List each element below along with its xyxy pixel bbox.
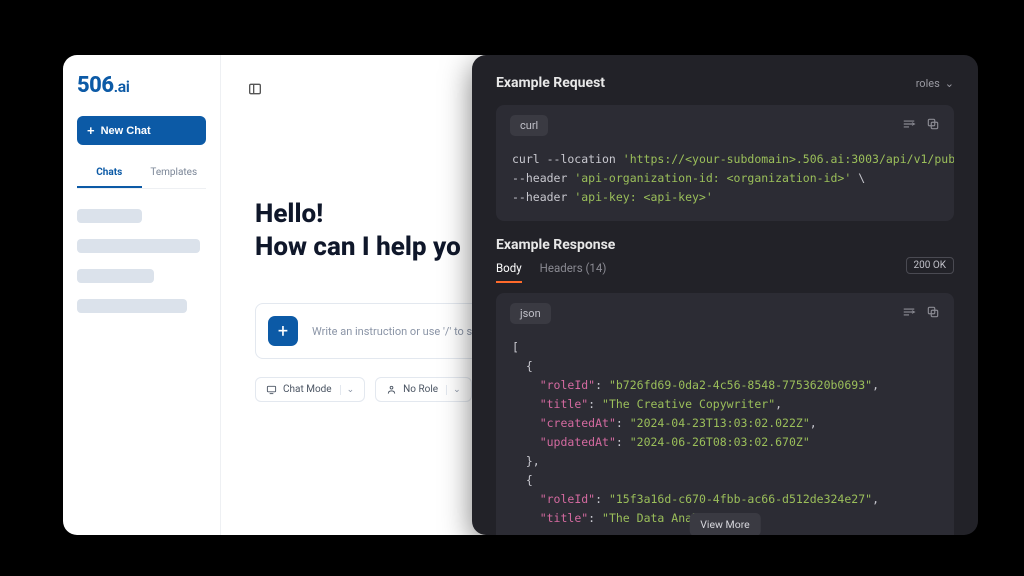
view-more-button[interactable]: View More — [689, 513, 761, 535]
tab-templates[interactable]: Templates — [142, 159, 207, 188]
logo: 506.ai — [77, 73, 206, 98]
wrap-icon[interactable] — [902, 117, 916, 134]
api-docs-panel: Example Request roles ⌄ curl curl --loca… — [472, 55, 978, 535]
plus-icon: + — [87, 124, 95, 137]
code-lang-tab[interactable]: curl — [510, 115, 548, 136]
sidebar-tabs: Chats Templates — [77, 159, 206, 189]
request-code-block: curl curl --location 'https://<your-subd… — [496, 105, 954, 221]
tab-body[interactable]: Body — [496, 261, 522, 283]
json-code[interactable]: [ { "roleId": "b726fd69-0da2-4c56-8548-7… — [496, 332, 954, 535]
collapse-sidebar-icon[interactable] — [247, 81, 263, 97]
request-title: Example Request — [496, 75, 605, 91]
person-icon — [386, 384, 397, 395]
request-header: Example Request roles ⌄ — [496, 75, 954, 91]
response-tabs: Body Headers (14) 200 OK — [496, 261, 954, 283]
new-chat-button[interactable]: + New Chat — [77, 116, 206, 145]
prompt-input[interactable]: Write an instruction or use '/' to selec — [312, 325, 492, 338]
list-item[interactable] — [77, 239, 200, 253]
chat-mode-button[interactable]: Chat Mode ⌄ — [255, 377, 365, 402]
chevron-down-icon: ⌄ — [446, 385, 461, 395]
chat-mode-icon — [266, 384, 277, 395]
sidebar: 506.ai + New Chat Chats Templates — [63, 55, 221, 535]
tab-headers[interactable]: Headers (14) — [540, 261, 607, 283]
curl-code[interactable]: curl --location 'https://<your-subdomain… — [496, 144, 954, 221]
endpoint-dropdown[interactable]: roles ⌄ — [916, 77, 954, 90]
status-badge: 200 OK — [906, 257, 955, 274]
chevron-down-icon: ⌄ — [945, 77, 954, 90]
list-item[interactable] — [77, 269, 154, 283]
chevron-down-icon: ⌄ — [340, 385, 355, 395]
copy-icon[interactable] — [926, 117, 940, 134]
tab-chats[interactable]: Chats — [77, 159, 142, 188]
response-title: Example Response — [496, 237, 615, 253]
copy-icon[interactable] — [926, 305, 940, 322]
list-item[interactable] — [77, 299, 187, 313]
response-header: Example Response — [496, 237, 954, 253]
new-chat-label: New Chat — [101, 125, 151, 137]
response-code-block: json [ { "roleId": "b726fd69-0da2-4c56-8… — [496, 293, 954, 535]
list-item[interactable] — [77, 209, 142, 223]
code-lang-tab[interactable]: json — [510, 303, 551, 324]
add-attachment-button[interactable]: + — [268, 316, 298, 346]
wrap-icon[interactable] — [902, 305, 916, 322]
role-button[interactable]: No Role ⌄ — [375, 377, 471, 402]
